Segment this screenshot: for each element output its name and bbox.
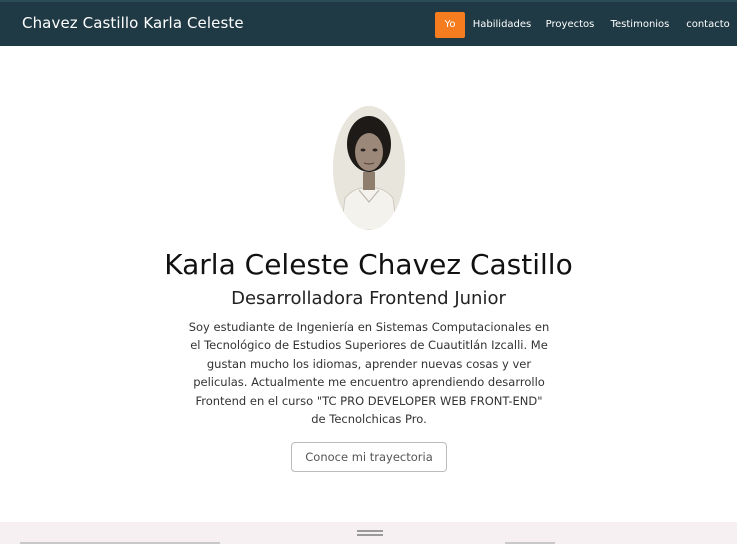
next-section-preview — [0, 522, 737, 544]
profile-photo — [333, 106, 405, 230]
nav-item-proyectos[interactable]: Proyectos — [544, 12, 596, 38]
nav-item-habilidades[interactable]: Habilidades — [472, 12, 532, 38]
nav-item-yo[interactable]: Yo — [435, 12, 465, 38]
portrait-image — [333, 106, 405, 230]
hero-bio: Soy estudiante de Ingeniería en Sistemas… — [188, 320, 550, 427]
hero-section: Karla Celeste Chavez Castillo Desarrolla… — [0, 46, 737, 522]
hero-role: Desarrolladora Frontend Junior — [231, 288, 506, 309]
nav-item-testimonios[interactable]: Testimonios — [609, 12, 671, 38]
nav-item-contacto[interactable]: contacto — [685, 12, 731, 38]
drag-handle-icon[interactable] — [357, 530, 383, 536]
trajectory-button[interactable]: Conoce mi trayectoria — [291, 442, 447, 472]
hero-name: Karla Celeste Chavez Castillo — [164, 248, 573, 281]
top-navbar: Chavez Castillo Karla Celeste Yo Habilid… — [0, 0, 737, 46]
site-brand[interactable]: Chavez Castillo Karla Celeste — [22, 14, 244, 32]
